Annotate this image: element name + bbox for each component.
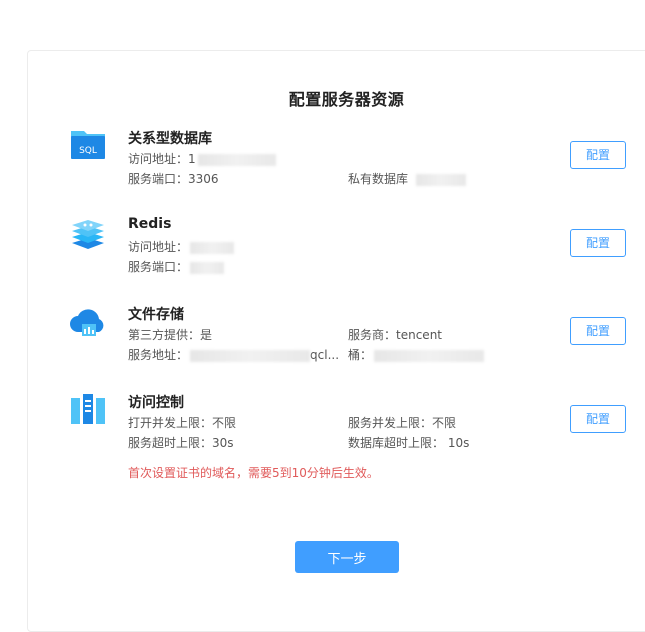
next-step-button[interactable]: 下一步 [295,541,399,573]
configure-button-relational-db[interactable]: 配置 [570,141,626,169]
service-address: 服务地址： qcl... [128,348,340,362]
access-address: 访问地址：1 [128,150,276,167]
cloud-storage-icon [70,309,104,336]
service-port: 服务端口：3306 [128,172,219,186]
configure-button-access-control[interactable]: 配置 [570,405,626,433]
bucket: 桶： [348,346,485,363]
service-timeout-limit: 服务超时上限：30s [128,436,234,450]
section-title: 访问控制 [128,395,184,411]
section-title: 文件存储 [128,307,184,323]
sql-folder-icon: SQL [71,131,105,159]
third-party-provider: 第三方提供：是 [128,328,213,342]
service-port: 服务端口： [128,258,225,275]
access-address: 访问地址： [128,238,235,255]
certificate-warning: 首次设置证书的域名，需要5到10分钟后生效。 [128,466,379,480]
page-title: 配置服务器资源 [288,90,405,109]
section-title: 关系型数据库 [128,131,212,147]
service-vendor: 服务商：tencent [348,328,442,342]
database-timeout-limit: 数据库超时上限： 10s [348,436,470,450]
server-rack-icon [71,394,105,424]
svg-text:SQL: SQL [79,146,97,156]
configure-button-file-storage[interactable]: 配置 [570,317,626,345]
configure-button-redis[interactable]: 配置 [570,229,626,257]
service-concurrency-limit: 服务并发上限：不限 [348,416,457,430]
redis-icon [72,220,104,249]
private-database: 私有数据库 [348,170,467,187]
open-concurrency-limit: 打开并发上限：不限 [128,416,237,430]
section-title: Redis [128,216,172,232]
